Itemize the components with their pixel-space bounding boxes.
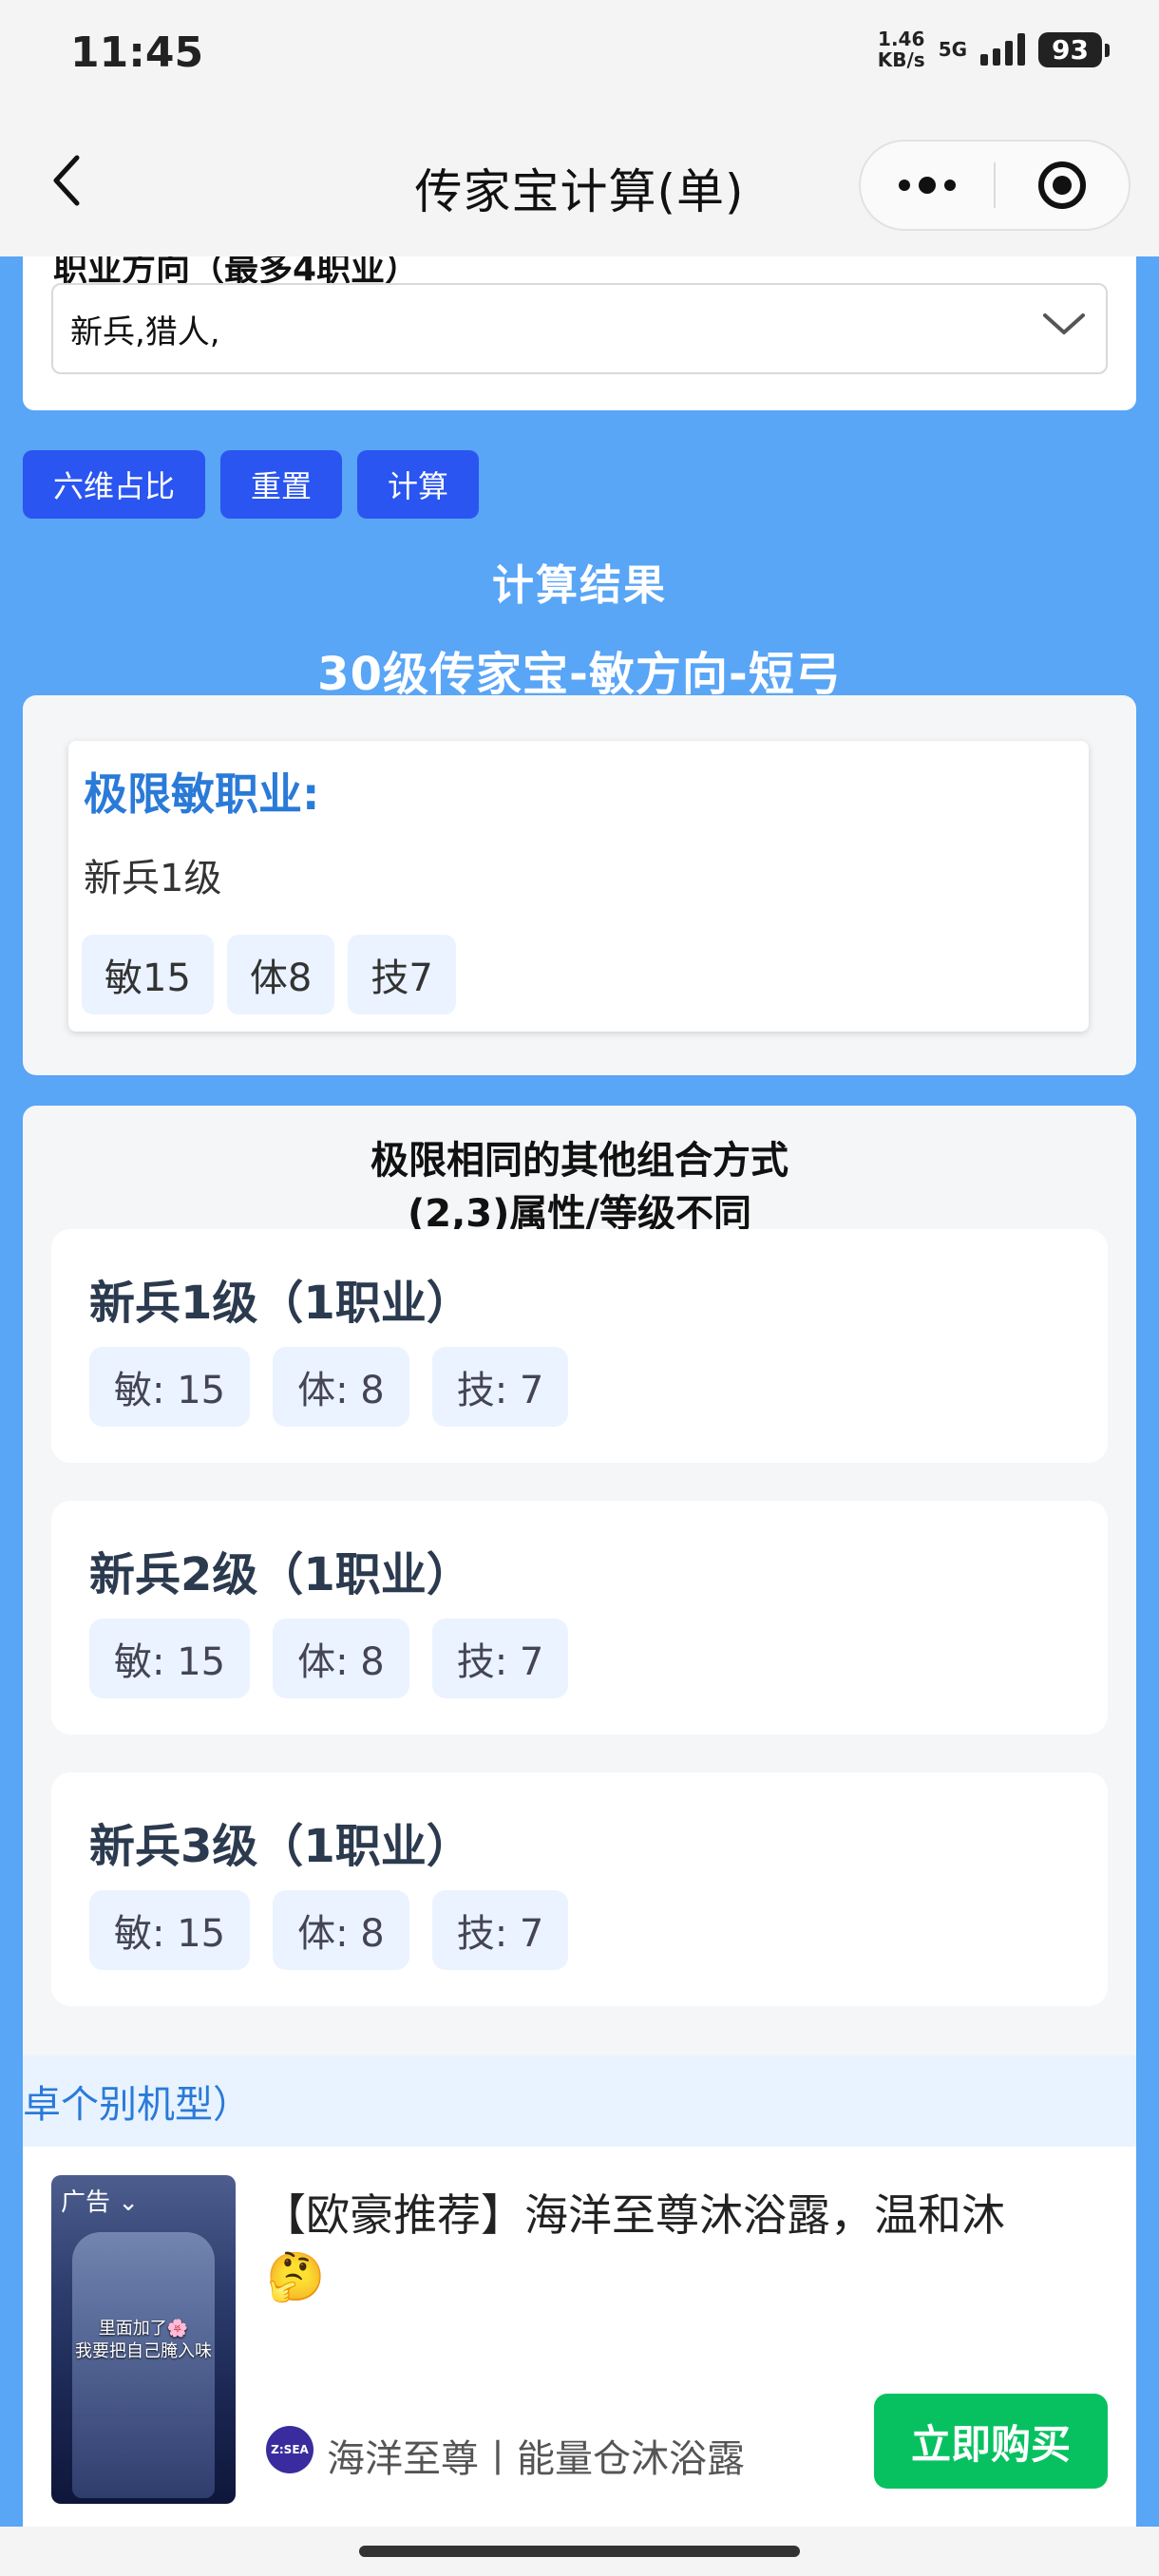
stat-tag-stamina: 体: 8 (273, 1347, 409, 1427)
limit-inner-card: 极限敏职业: 新兵1级 敏15 体8 技7 (68, 741, 1089, 1032)
combo-title: 新兵2级（1职业） (89, 1548, 472, 1601)
thinking-emoji-icon: 🤔 (266, 2249, 326, 2304)
buy-now-button[interactable]: 立即购买 (874, 2394, 1108, 2489)
result-title: 计算结果 (492, 561, 667, 610)
ad-thumbnail[interactable]: 广告 ⌄ 里面加了🌸 我要把自己腌入味 (51, 2175, 236, 2504)
combo-tags: 敏: 15 体: 8 技: 7 (89, 1347, 569, 1427)
nav-bar: 传家宝计算(单) (0, 104, 1159, 256)
stat-tag-stamina: 体: 8 (273, 1619, 409, 1698)
ad-badge[interactable]: 广告 ⌄ (61, 2183, 139, 2218)
brand-logo: Z:SEA (266, 2426, 314, 2473)
combo-item: 新兵1级（1职业） 敏: 15 体: 8 技: 7 (51, 1229, 1108, 1463)
network-type: 5G (938, 38, 968, 61)
stat-tag-skill: 技: 7 (431, 1890, 569, 1970)
signal-icon (980, 33, 1026, 66)
limit-title: 极限敏职业: (84, 768, 320, 820)
ratio-button[interactable]: 六维占比 (23, 450, 206, 519)
limit-stat-tags: 敏15 体8 技7 (82, 935, 456, 1014)
stat-tag-agility: 敏15 (82, 935, 214, 1014)
target-circle-icon (1037, 161, 1086, 209)
stat-tag-stamina: 体8 (226, 935, 335, 1014)
reset-button[interactable]: 重置 (220, 450, 343, 519)
result-subtitle: 30级传家宝-敏方向-短弓 (317, 648, 842, 701)
combos-title: 极限相同的其他组合方式 (2,3)属性/等级不同 (370, 1139, 788, 1236)
device-note: 卓个别机型） (23, 2055, 1136, 2147)
battery-icon: 93 (1038, 31, 1110, 67)
product-bottle-image (72, 2232, 215, 2498)
stat-tag-agility: 敏: 15 (89, 1890, 251, 1970)
combo-title: 新兵1级（1职业） (89, 1277, 472, 1330)
more-dots-icon (899, 177, 956, 194)
status-bar: 11:45 1.46 KB/s 5G 93 (0, 0, 1159, 104)
job-direction-value: 新兵,猎人, (70, 313, 220, 351)
ad-title[interactable]: 【欧豪推荐】海洋至尊沐浴露，温和沐 (262, 2181, 1117, 2249)
combo-tags: 敏: 15 体: 8 技: 7 (89, 1890, 569, 1970)
network-speed: 1.46 KB/s (877, 28, 925, 71)
close-button[interactable] (996, 142, 1129, 229)
stat-tag-skill: 技: 7 (431, 1619, 569, 1698)
stat-tag-skill: 技: 7 (431, 1347, 569, 1427)
combo-item: 新兵3级（1职业） 敏: 15 体: 8 技: 7 (51, 1772, 1108, 2006)
main-content: 职业方向（最多4职业） 新兵,猎人, 六维占比 重置 计算 计算结果 30级传家… (0, 256, 1159, 2527)
stat-tag-stamina: 体: 8 (273, 1890, 409, 1970)
stat-tag-agility: 敏: 15 (89, 1347, 251, 1427)
limit-job: 新兵1级 (84, 857, 222, 900)
ad-banner[interactable]: 广告 ⌄ 里面加了🌸 我要把自己腌入味 【欧豪推荐】海洋至尊沐浴露，温和沐 🤔 … (23, 2147, 1136, 2527)
chevron-down-icon (1043, 313, 1085, 334)
more-button[interactable] (861, 142, 994, 229)
ad-brand: 海洋至尊丨能量仓沐浴露 (327, 2437, 745, 2481)
other-combos-card: 极限相同的其他组合方式 (2,3)属性/等级不同 新兵1级（1职业） 敏: 15… (23, 1106, 1136, 2093)
combo-item: 新兵2级（1职业） 敏: 15 体: 8 技: 7 (51, 1501, 1108, 1734)
job-direction-panel: 职业方向（最多4职业） 新兵,猎人, (23, 256, 1136, 410)
stat-tag-skill: 技7 (348, 935, 456, 1014)
combo-tags: 敏: 15 体: 8 技: 7 (89, 1619, 569, 1698)
combo-title: 新兵3级（1职业） (89, 1820, 472, 1873)
action-buttons: 六维占比 重置 计算 (23, 450, 480, 519)
limit-result-card: 极限敏职业: 新兵1级 敏15 体8 技7 (23, 695, 1136, 1075)
stat-tag-agility: 敏: 15 (89, 1619, 251, 1698)
chevron-down-icon: ⌄ (110, 2188, 140, 2217)
status-time: 11:45 (70, 28, 204, 77)
ad-overlay-text: 里面加了🌸 我要把自己腌入味 (75, 2319, 212, 2361)
job-direction-select[interactable]: 新兵,猎人, (51, 283, 1108, 374)
calculate-button[interactable]: 计算 (357, 450, 480, 519)
mini-program-capsule (859, 140, 1130, 231)
status-indicators: 1.46 KB/s 5G 93 (877, 28, 1110, 71)
home-indicator[interactable] (359, 2546, 800, 2557)
